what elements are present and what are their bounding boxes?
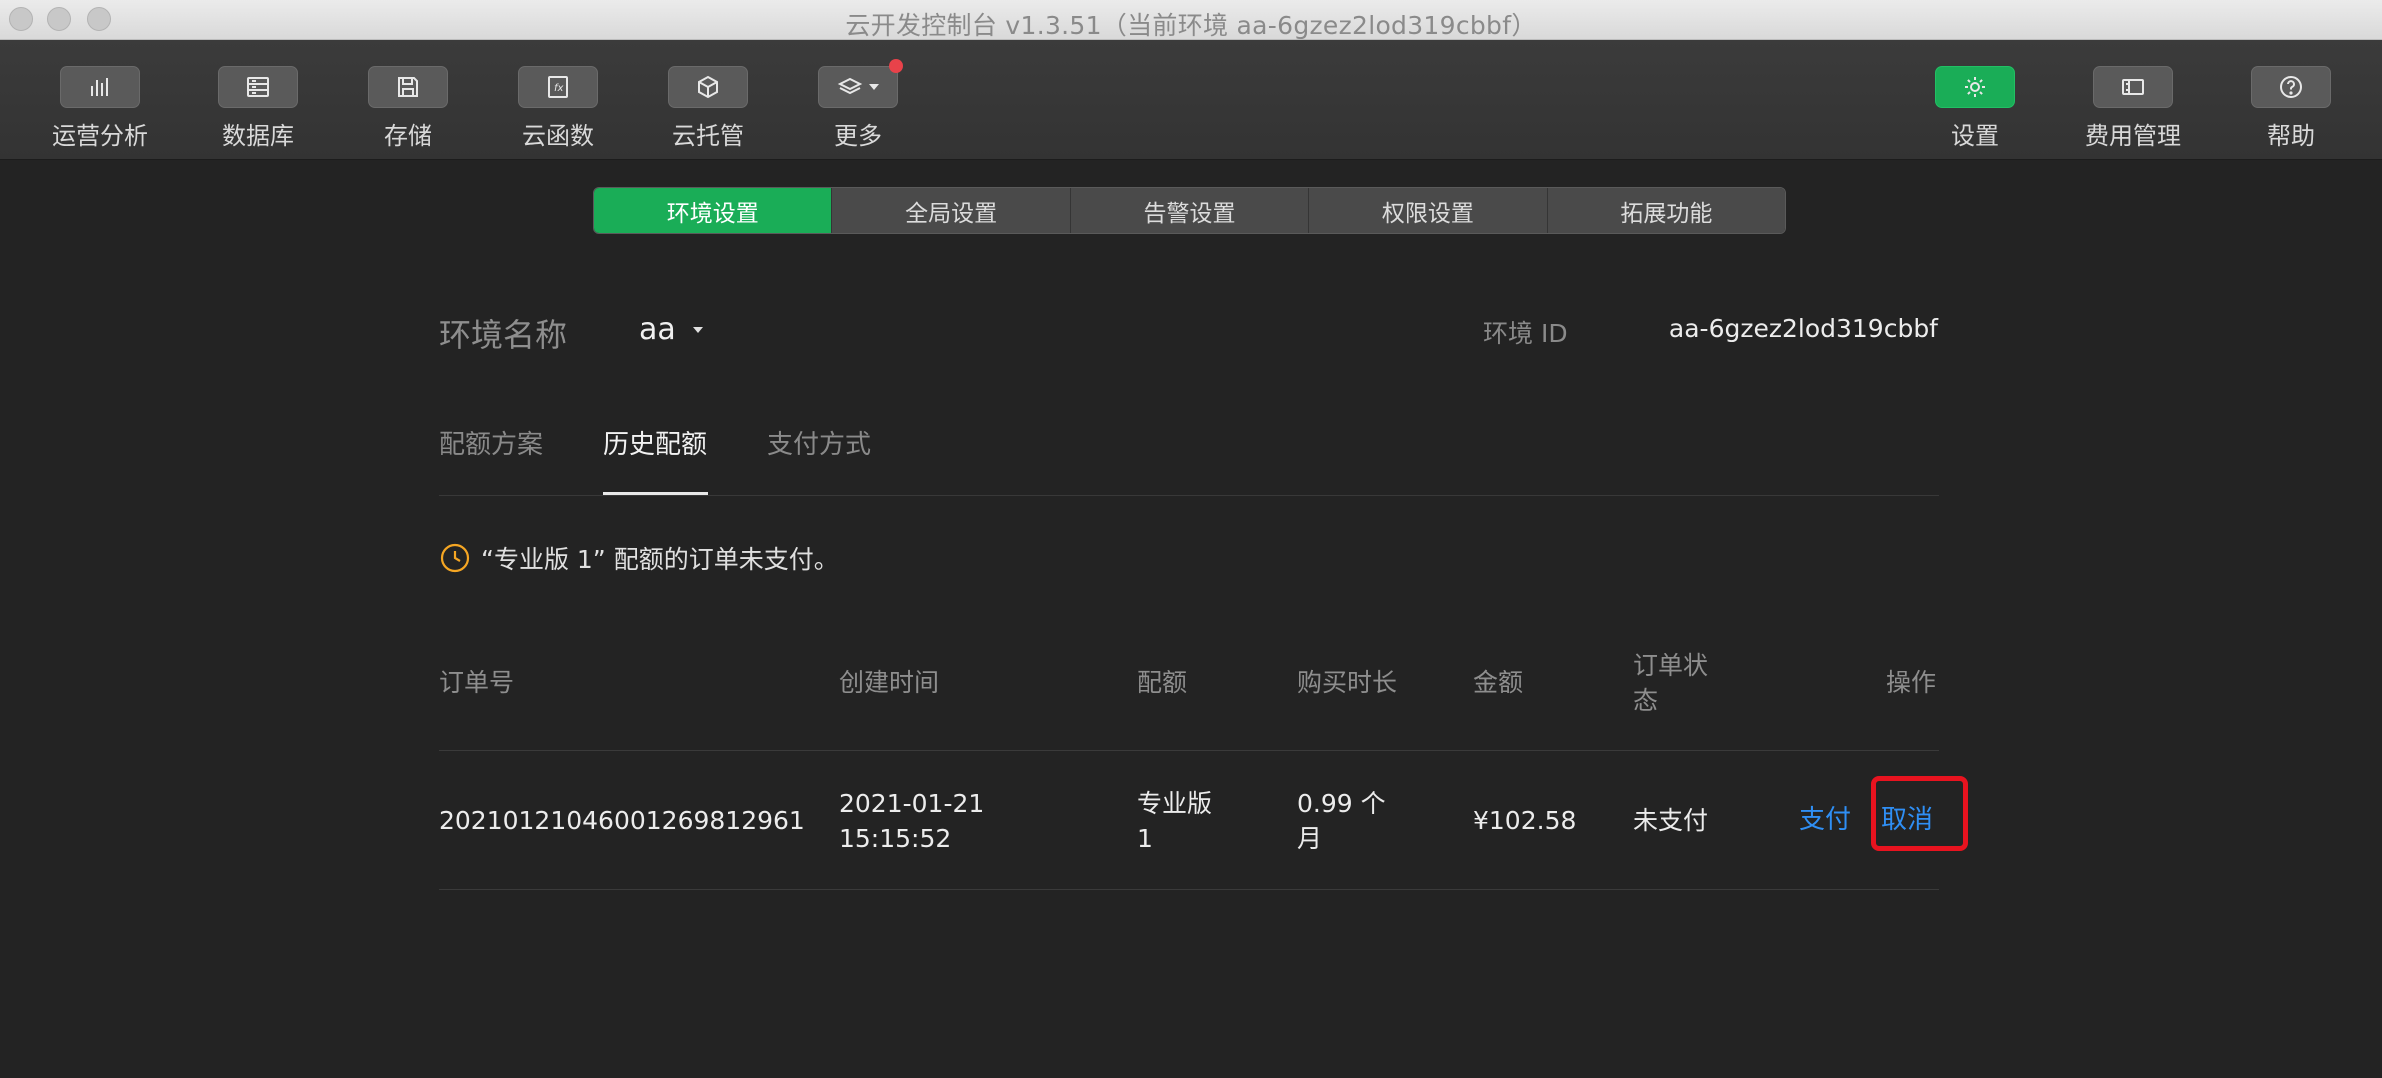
main-toolbar: 运营分析 数据库 存储 fx 云函数 云托管 更多 设置 费用管理 帮助 bbox=[0, 40, 2382, 160]
toolbar-help[interactable]: 帮助 bbox=[2216, 66, 2366, 151]
toolbar-database[interactable]: 数据库 bbox=[183, 66, 333, 151]
bar-chart-icon bbox=[60, 66, 140, 108]
unpaid-notice: “专业版 1” 配额的订单未支付。 bbox=[439, 540, 839, 576]
cell-status: 未支付 bbox=[1633, 806, 1709, 835]
pay-link[interactable]: 支付 bbox=[1799, 803, 1851, 838]
notification-badge bbox=[889, 59, 903, 73]
tab-alert-settings[interactable]: 告警设置 bbox=[1070, 188, 1310, 233]
table-header-divider bbox=[439, 750, 1939, 751]
subtab-divider bbox=[439, 495, 1939, 496]
tab-env-settings[interactable]: 环境设置 bbox=[594, 188, 833, 233]
toolbar-storage[interactable]: 存储 bbox=[333, 66, 483, 151]
toolbar-settings[interactable]: 设置 bbox=[1900, 66, 2050, 151]
cell-order-no: 2021012104600126981296​1 bbox=[439, 806, 805, 835]
toolbar-cloud-function[interactable]: fx 云函数 bbox=[483, 66, 633, 151]
env-name-dropdown[interactable]: aa bbox=[639, 312, 676, 347]
toolbar-label: 存储 bbox=[384, 122, 432, 150]
col-header-amount: 金额 bbox=[1473, 668, 1524, 697]
toolbar-label: 费用管理 bbox=[2085, 122, 2181, 150]
tab-extensions[interactable]: 拓展功能 bbox=[1547, 188, 1785, 233]
cell-created-time: 15:15:52 bbox=[839, 824, 952, 853]
col-header-status: 订单状态 bbox=[1633, 651, 1709, 715]
toolbar-label: 云托管 bbox=[672, 122, 744, 150]
svg-text:fx: fx bbox=[554, 83, 564, 94]
toolbar-label: 云函数 bbox=[522, 122, 594, 150]
cell-created-date: 2021-01-21 bbox=[839, 789, 985, 818]
clock-icon bbox=[440, 543, 470, 573]
wallet-icon bbox=[2093, 66, 2173, 108]
toolbar-billing[interactable]: 费用管理 bbox=[2058, 66, 2208, 151]
subtab-quota-history[interactable]: 历史配额 bbox=[603, 424, 707, 461]
chevron-down-icon bbox=[869, 84, 879, 90]
col-header-duration: 购买时长 bbox=[1297, 668, 1398, 697]
tab-permission-settings[interactable]: 权限设置 bbox=[1309, 188, 1548, 233]
env-name-label: 环境名称 bbox=[439, 316, 568, 354]
col-header-actions: 操作 bbox=[1886, 668, 1937, 697]
col-header-order-no: 订单号 bbox=[439, 668, 515, 697]
cancel-highlight-box bbox=[1871, 776, 1968, 851]
help-icon bbox=[2251, 66, 2331, 108]
notice-text: “专业版 1” 配额的订单未支付。 bbox=[481, 545, 839, 574]
col-header-created: 创建时间 bbox=[839, 668, 940, 697]
settings-segmented-tabs: 环境设置 全局设置 告警设置 权限设置 拓展功能 bbox=[593, 187, 1786, 234]
chevron-down-icon[interactable] bbox=[693, 327, 703, 333]
toolbar-more[interactable]: 更多 bbox=[783, 59, 933, 151]
toolbar-analytics[interactable]: 运营分析 bbox=[25, 66, 175, 151]
cube-icon bbox=[668, 66, 748, 108]
save-icon bbox=[368, 66, 448, 108]
env-id-label: 环境 ID bbox=[1483, 319, 1568, 348]
toolbar-label: 数据库 bbox=[222, 122, 294, 150]
cell-duration: 0.99 个月 bbox=[1297, 789, 1386, 853]
toolbar-label: 运营分析 bbox=[52, 122, 148, 150]
layers-icon bbox=[818, 59, 903, 108]
function-icon: fx bbox=[518, 66, 598, 108]
database-icon bbox=[218, 66, 298, 108]
gear-icon bbox=[1935, 66, 2015, 108]
toolbar-label: 设置 bbox=[1951, 122, 1999, 150]
tab-global-settings[interactable]: 全局设置 bbox=[832, 188, 1071, 233]
table-row-divider bbox=[439, 889, 1939, 890]
cell-amount: ¥102.58 bbox=[1473, 806, 1577, 835]
subtab-payment-method[interactable]: 支付方式 bbox=[767, 424, 871, 461]
window-titlebar: 云开发控制台 v1.3.51（当前环境 aa-6gzez2lod319cbbf） bbox=[0, 0, 2382, 40]
toolbar-cloud-hosting[interactable]: 云托管 bbox=[633, 66, 783, 151]
env-id-value: aa-6gzez2lod319cbbf bbox=[1668, 314, 1938, 343]
subtab-quota-plan[interactable]: 配额方案 bbox=[439, 424, 543, 461]
cell-quota: 专业版 1 bbox=[1137, 789, 1213, 853]
toolbar-label: 更多 bbox=[834, 122, 882, 150]
toolbar-label: 帮助 bbox=[2267, 122, 2315, 150]
col-header-quota: 配额 bbox=[1137, 668, 1188, 697]
window-title: 云开发控制台 v1.3.51（当前环境 aa-6gzez2lod319cbbf） bbox=[845, 11, 1537, 40]
